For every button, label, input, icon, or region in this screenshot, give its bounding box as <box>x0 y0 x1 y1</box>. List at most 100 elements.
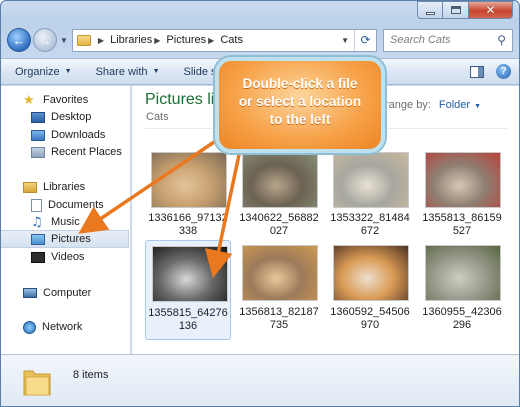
nav-libraries[interactable]: Libraries <box>23 178 85 196</box>
downloads-icon <box>31 129 45 141</box>
navigation-pane: ★ Favorites Desktop Downloads Recent Plac… <box>1 86 131 354</box>
address-dropdown[interactable]: ▼ <box>336 36 354 45</box>
file-name: 1355813_86159527 <box>422 212 502 237</box>
file-tile[interactable]: 1360955_42306296 <box>419 240 505 340</box>
image-thumbnail <box>425 152 501 208</box>
maximize-button[interactable] <box>443 1 469 19</box>
nav-downloads[interactable]: Downloads <box>31 126 105 144</box>
search-icon[interactable]: ⚲ <box>497 33 506 47</box>
nav-recent-places[interactable]: Recent Places <box>31 143 122 161</box>
back-button[interactable]: ← <box>7 28 31 52</box>
chevron-down-icon: ▼ <box>64 68 72 75</box>
arrow-left-icon: ← <box>12 32 26 48</box>
nav-desktop[interactable]: Desktop <box>31 108 91 126</box>
maximize-icon <box>450 6 461 14</box>
address-bar[interactable]: ▶ Libraries ▶ Pictures ▶ Cats ▼ ⟳ <box>71 28 377 52</box>
nav-favorites[interactable]: ★ Favorites <box>23 91 88 109</box>
file-tile[interactable]: 1355815_64276136 <box>145 240 231 340</box>
breadcrumb-label: Cats <box>220 34 243 46</box>
file-name: 1360592_54506970 <box>330 306 410 331</box>
breadcrumb-label: Pictures <box>166 34 207 46</box>
file-tile[interactable]: 1360592_54506970 <box>327 240 413 340</box>
arrange-dropdown[interactable]: Folder <box>439 99 470 111</box>
network-icon <box>23 320 36 334</box>
image-thumbnail <box>242 152 318 208</box>
forward-button[interactable]: → <box>33 28 57 52</box>
nav-network[interactable]: Network <box>23 318 82 336</box>
nav-documents[interactable]: Documents <box>31 196 104 214</box>
organize-label: Organize <box>15 65 60 78</box>
file-name: 1336166_97132338 <box>148 212 228 237</box>
file-tile[interactable]: 1336166_97132338 <box>145 146 231 246</box>
minimize-button[interactable] <box>417 1 443 19</box>
organize-menu[interactable]: Organize ▼ <box>15 66 72 78</box>
pictures-icon <box>31 233 45 245</box>
recent-pages-dropdown[interactable]: ▼ <box>60 36 68 45</box>
item-count: 8 items <box>73 369 109 381</box>
nav-label: Computer <box>43 287 92 299</box>
refresh-button[interactable]: ⟳ <box>354 29 376 51</box>
close-icon: ✕ <box>485 3 496 17</box>
callout-text: Double-click a file or select a location… <box>219 75 381 129</box>
callout-line: Double-click a file <box>242 76 358 91</box>
image-thumbnail <box>333 152 409 208</box>
file-tile[interactable]: 1356813_82187735 <box>236 240 322 340</box>
help-icon[interactable]: ? <box>496 64 511 79</box>
refresh-icon: ⟳ <box>360 33 371 47</box>
library-subtitle: Cats <box>146 111 169 123</box>
nav-pictures[interactable]: Pictures <box>1 230 129 248</box>
minimize-icon <box>425 11 435 15</box>
search-box[interactable]: ⚲ <box>383 28 513 52</box>
libraries-icon <box>23 181 37 193</box>
nav-label: Network <box>42 321 83 333</box>
nav-label: Libraries <box>43 181 86 193</box>
callout-line: to the left <box>269 112 331 127</box>
nav-label: Desktop <box>51 111 92 123</box>
callout-line: or select a location <box>238 94 362 109</box>
image-thumbnail <box>333 245 409 301</box>
file-name: 1356813_82187735 <box>239 306 319 331</box>
preview-pane-icon[interactable] <box>470 65 484 78</box>
address-row: ← → ▼ ▶ Libraries▶ Pictures▶ Cats ▼ ⟳ ⚲ <box>7 25 513 55</box>
nav-music[interactable]: ♫ Music <box>31 213 80 231</box>
share-with-menu[interactable]: Share with ▼ <box>96 66 160 78</box>
image-thumbnail <box>242 245 318 301</box>
nav-label: Documents <box>48 199 104 211</box>
file-tile[interactable]: 1355813_86159527 <box>419 146 505 246</box>
desktop-icon <box>31 111 45 123</box>
recent-places-icon <box>31 146 45 158</box>
breadcrumb-cats[interactable]: Cats <box>220 34 243 46</box>
nav-label: Videos <box>51 251 85 263</box>
details-pane: 8 items <box>1 354 519 406</box>
file-name: 1353322_81484672 <box>330 212 410 237</box>
nav-videos[interactable]: Videos <box>31 248 84 266</box>
search-input[interactable] <box>390 34 490 46</box>
nav-label: Recent Places <box>51 146 122 158</box>
breadcrumb-libraries[interactable]: Libraries ▶ <box>110 34 166 46</box>
image-thumbnail <box>152 246 228 302</box>
share-with-label: Share with <box>95 65 148 78</box>
nav-computer[interactable]: Computer <box>23 284 91 302</box>
tip-callout: Double-click a file or select a location… <box>215 57 385 153</box>
close-button[interactable]: ✕ <box>469 1 513 19</box>
nav-label: Favorites <box>43 94 89 106</box>
breadcrumb-pictures[interactable]: Pictures ▶ <box>166 34 220 46</box>
music-icon: ♫ <box>31 214 43 230</box>
computer-icon <box>23 288 37 298</box>
file-tile[interactable]: 1340622_56882027 <box>236 146 322 246</box>
arrange-by: Arrange by: Folder ▼ <box>374 99 481 111</box>
chevron-down-icon[interactable]: ▼ <box>474 103 481 110</box>
file-tile[interactable]: 1353322_81484672 <box>327 146 413 246</box>
documents-icon <box>31 198 42 212</box>
nav-label: Music <box>51 216 80 228</box>
image-thumbnail <box>151 152 227 208</box>
file-name: 1360955_42306296 <box>422 306 502 331</box>
caption-buttons: ✕ <box>417 1 513 21</box>
image-thumbnail <box>425 245 501 301</box>
folder-icon <box>76 34 91 46</box>
breadcrumb-root-arrow[interactable]: ▶ <box>96 36 110 45</box>
file-name: 1340622_56882027 <box>239 212 319 237</box>
nav-label: Downloads <box>51 129 106 141</box>
videos-icon <box>31 251 45 263</box>
chevron-down-icon: ▼ <box>152 68 160 75</box>
